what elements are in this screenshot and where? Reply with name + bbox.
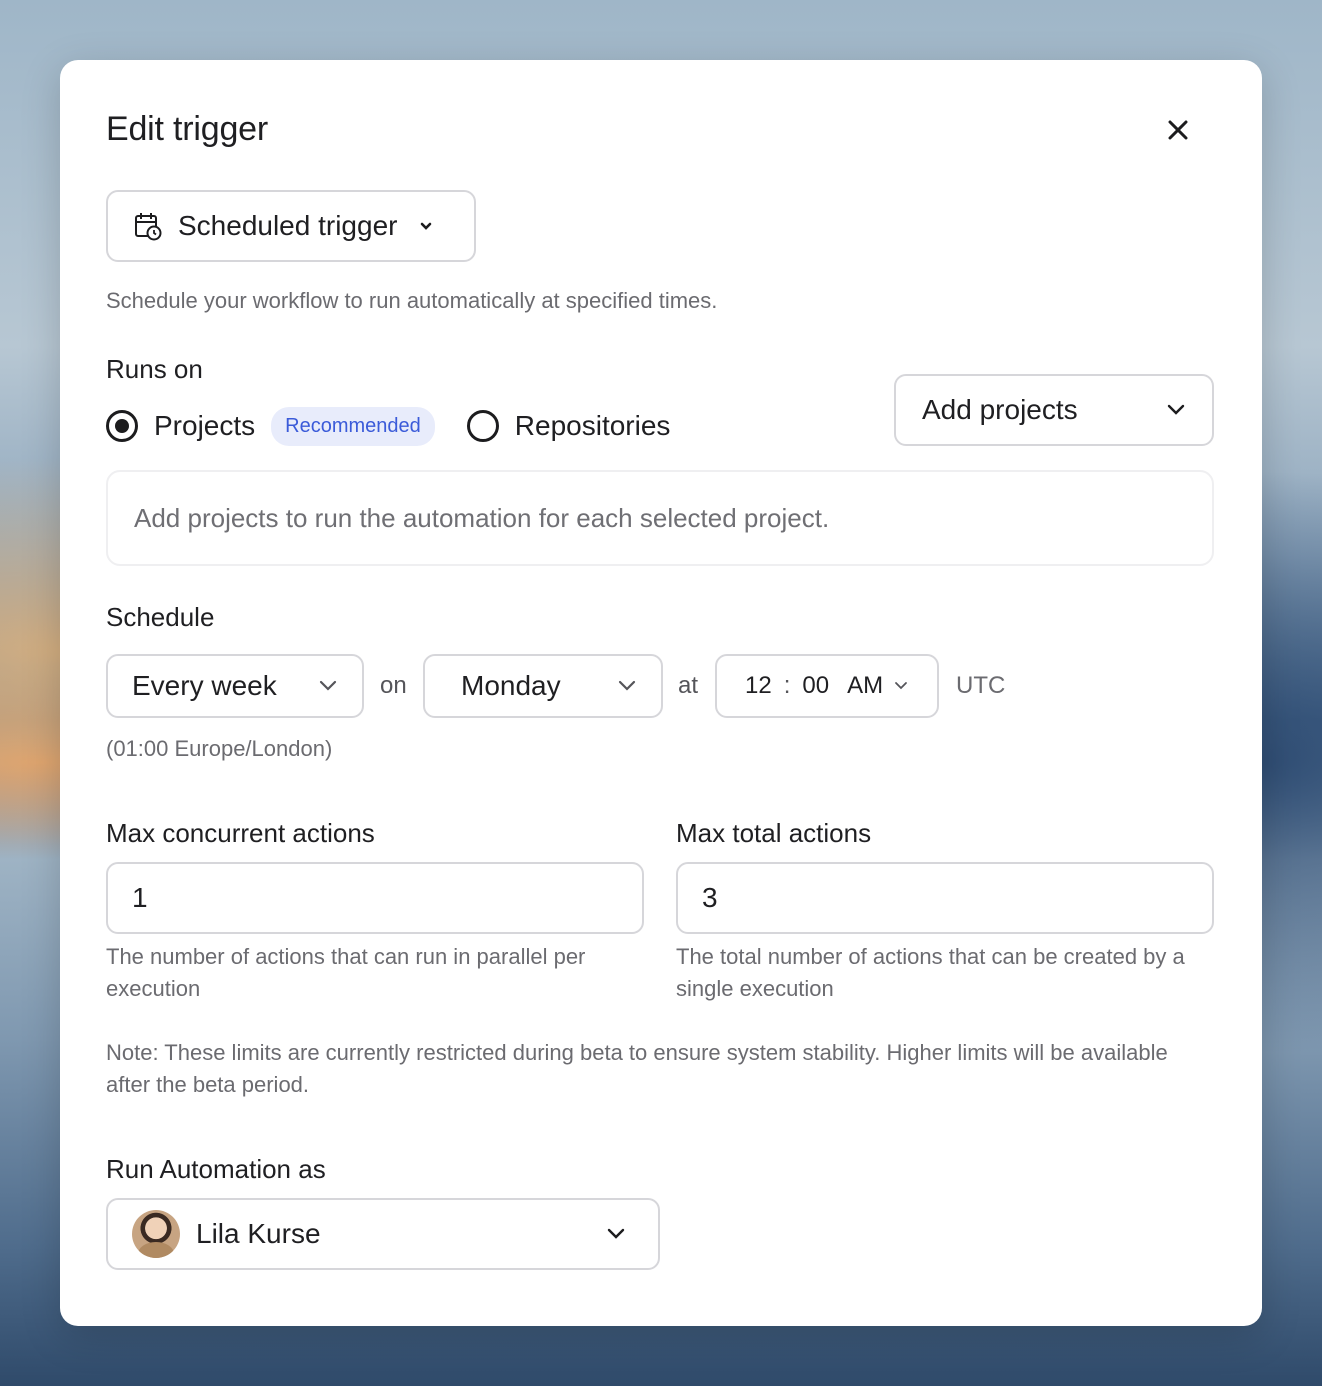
user-name: Lila Kurse [196,1218,321,1249]
add-projects-select[interactable]: Add projects [894,374,1214,446]
calendar-clock-icon [135,213,162,241]
time-separator: : [783,672,791,699]
chevron-down-icon [607,1228,625,1239]
ampm-field[interactable]: AM [847,672,883,700]
frequency-value: Every week [132,670,277,701]
run-as-label: Run Automation as [106,1154,326,1184]
chevron-down-icon [1167,404,1185,415]
at-word: at [678,672,699,699]
close-button[interactable] [1160,112,1196,148]
recommended-badge: Recommended [271,406,435,446]
run-as-user-select[interactable]: Lila Kurse [106,1198,660,1270]
timezone-label: UTC [956,672,1006,699]
schedule-label: Schedule [106,602,215,632]
trigger-type-select[interactable]: Scheduled trigger [106,190,476,262]
edit-trigger-modal: Edit trigger Scheduled trigger Schedule … [60,60,1262,1326]
day-select[interactable]: Monday [423,654,663,718]
max-concurrent-label: Max concurrent actions [106,818,375,848]
chevron-down-icon [419,221,433,231]
repositories-radio-label[interactable]: Repositories [515,410,671,442]
trigger-type-label: Scheduled trigger [178,210,398,241]
chevron-down-icon [319,680,337,691]
local-time-label: (01:00 Europe/London) [106,736,333,761]
runs-on-label: Runs on [106,354,203,384]
hour-field[interactable]: 12 [745,672,772,700]
time-picker[interactable]: 12 : 00 AM [715,654,939,718]
day-value: Monday [461,670,561,701]
frequency-select[interactable]: Every week [106,654,364,718]
max-total-input[interactable]: 3 [676,862,1214,934]
max-total-help: The total number of actions that can be … [676,944,1185,1001]
add-projects-label: Add projects [922,394,1078,425]
projects-info-box: Add projects to run the automation for e… [106,470,1214,566]
max-total-label: Max total actions [676,818,872,848]
chevron-down-icon [895,682,907,690]
projects-radio-label[interactable]: Projects [154,410,255,442]
minute-field[interactable]: 00 [802,672,829,700]
modal-title: Edit trigger [106,110,269,148]
chevron-down-icon [618,680,636,691]
max-concurrent-input[interactable]: 1 [106,862,644,934]
trigger-description: Schedule your workflow to run automatica… [106,288,718,313]
on-word: on [380,672,407,699]
beta-note: Note: These limits are currently restric… [106,1040,1168,1097]
max-concurrent-help: The number of actions that can run in pa… [106,944,586,1001]
avatar [132,1210,180,1258]
runs-on-options: Projects Recommended Repositories [106,406,670,446]
projects-radio[interactable] [106,410,138,442]
repositories-radio[interactable] [466,410,499,442]
close-icon [1168,120,1188,140]
